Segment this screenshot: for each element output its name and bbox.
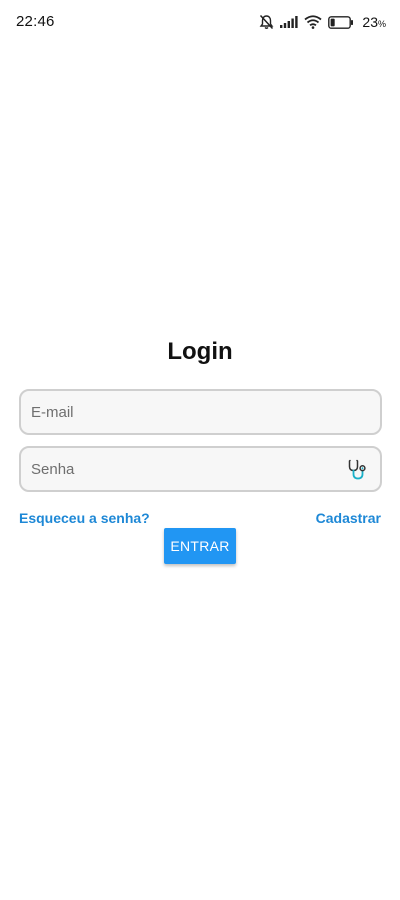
battery-icon xyxy=(328,15,354,29)
status-icons: 23% xyxy=(259,12,386,32)
email-input[interactable] xyxy=(31,391,331,433)
status-bar: 22:46 23% xyxy=(0,0,400,44)
wifi-icon xyxy=(304,15,322,29)
page-title: Login xyxy=(167,338,233,365)
password-input[interactable] xyxy=(31,448,331,490)
bell-muted-icon xyxy=(259,14,274,30)
battery-unit: % xyxy=(377,19,386,29)
signal-icon xyxy=(280,16,299,28)
status-time: 22:46 xyxy=(16,13,55,30)
enter-button[interactable]: ENTRAR xyxy=(164,528,236,564)
password-field[interactable] xyxy=(19,446,382,492)
battery-value: 23 xyxy=(362,14,378,30)
stethoscope-icon[interactable] xyxy=(346,458,370,482)
battery-percentage: 23% xyxy=(362,14,386,30)
forgot-password-link[interactable]: Esqueceu a senha? xyxy=(19,510,150,526)
email-field[interactable] xyxy=(19,389,382,435)
register-link[interactable]: Cadastrar xyxy=(316,510,381,526)
